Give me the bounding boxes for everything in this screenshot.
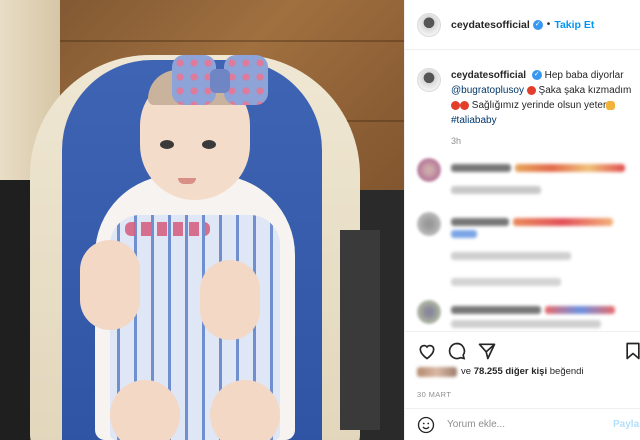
comment-composer: Yorum ekle... Paylaş <box>405 408 640 440</box>
likes-suffix: beğendi <box>549 366 584 377</box>
post-photo[interactable] <box>0 0 404 440</box>
baby-arm <box>200 260 260 340</box>
romper-flowers <box>125 222 210 236</box>
mention-link[interactable]: @bugratoplusoy <box>451 85 524 96</box>
follow-button[interactable]: Takip Et <box>554 19 594 31</box>
separator: • <box>546 19 551 30</box>
caption-text: ceydatesofficial ✓ Hep baba diyorlar @bu… <box>451 68 636 128</box>
avatar[interactable] <box>417 300 441 324</box>
blurred-comment <box>545 306 615 314</box>
blurred-meta <box>451 278 561 286</box>
blurred-meta <box>451 186 541 194</box>
caption-part1: Hep baba diyorlar <box>544 70 624 81</box>
blurred-meta <box>451 320 601 328</box>
blurred-comment <box>513 218 613 226</box>
verified-icon: ✓ <box>531 70 542 81</box>
post-comment-button[interactable]: Paylaş <box>613 419 640 430</box>
smile-icon[interactable] <box>417 416 435 434</box>
avatar[interactable] <box>417 12 441 37</box>
comment-item <box>417 158 637 202</box>
post-header: ceydatesofficial ✓ • Takip Et <box>405 0 640 50</box>
heart-icon[interactable] <box>417 341 437 361</box>
caption-part3: Sağlığımız yerinde olsun yeter <box>471 100 607 111</box>
caption-username[interactable]: ceydatesofficial <box>451 70 526 81</box>
avatar[interactable] <box>417 68 441 92</box>
verified-icon: ✓ <box>532 19 543 30</box>
blurred-comment <box>451 230 477 238</box>
post-sidebar: ceydatesofficial ✓ • Takip Et ceydatesof… <box>404 0 640 440</box>
blurred-liker-avatars <box>417 366 457 377</box>
caption-time: 3h <box>451 136 462 146</box>
floor-detail <box>0 40 404 42</box>
likes-line: ve 78.255 diğer kişi beğendi <box>417 366 639 377</box>
caption-part2: Şaka şaka kızmadım <box>538 85 632 96</box>
hashtag-link[interactable]: #taliababy <box>451 115 497 126</box>
blurred-username <box>451 306 541 314</box>
caption: ceydatesofficial ✓ Hep baba diyorlar @bu… <box>417 68 637 128</box>
angry-emoji-icon <box>451 100 460 110</box>
angry-emoji-icon <box>460 100 469 110</box>
avatar[interactable] <box>417 212 441 236</box>
likes-prefix: ve <box>461 366 472 377</box>
baby-eye <box>202 140 216 149</box>
likes-count[interactable]: 78.255 diğer kişi <box>474 366 547 377</box>
baby-eye <box>160 140 174 149</box>
blurred-username <box>451 164 511 172</box>
bookmark-icon[interactable] <box>623 341 640 361</box>
praying-hands-emoji-icon <box>606 100 616 110</box>
baby-arm <box>80 240 140 330</box>
seat-strap <box>340 230 380 430</box>
blurred-username <box>451 218 509 226</box>
header-username[interactable]: ceydatesofficial <box>451 19 530 31</box>
blurred-meta <box>451 252 571 260</box>
comment-item <box>417 212 637 260</box>
avatar[interactable] <box>417 158 441 182</box>
post-date: 30 MART <box>417 390 452 399</box>
hair-bow <box>172 55 268 110</box>
share-icon[interactable] <box>477 341 497 361</box>
action-bar <box>405 331 640 367</box>
blurred-comment <box>515 164 625 172</box>
angry-emoji-icon <box>526 85 536 95</box>
comment-icon[interactable] <box>447 341 467 361</box>
comment-input[interactable]: Yorum ekle... <box>447 419 505 430</box>
